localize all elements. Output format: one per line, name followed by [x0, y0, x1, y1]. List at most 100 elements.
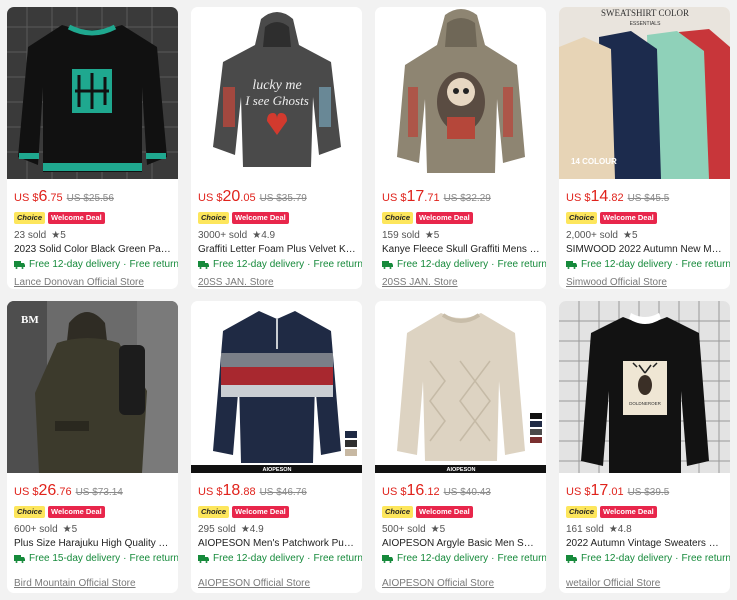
- product-title[interactable]: SIMWOOD 2022 Autumn New Men...: [566, 243, 724, 257]
- colored-sweatshirts-image[interactable]: SWEATSHIRT COLOR ESSENTIALS 14 COLOUR: [559, 7, 730, 179]
- return-text: Free return: [129, 259, 179, 270]
- delivery-text: Free 12-day delivery: [581, 259, 673, 270]
- choice-badge: Choice: [566, 212, 598, 224]
- price-integer: 26: [38, 482, 57, 499]
- price-integer: 18: [222, 482, 241, 499]
- return-text: Free return: [313, 553, 363, 564]
- store-link[interactable]: AIOPESON Official Store: [382, 577, 494, 591]
- sold-count: 2,000+ sold: [566, 230, 618, 241]
- sales-rating: 161 sold ★4.8: [566, 523, 632, 537]
- store-link[interactable]: AIOPESON Official Store: [198, 577, 310, 591]
- store-link[interactable]: Lance Donovan Official Store: [14, 276, 144, 289]
- price-decimal: .71: [424, 192, 440, 204]
- price-currency: US $: [198, 486, 223, 498]
- price-decimal: .01: [608, 486, 624, 498]
- rating: 4.8: [617, 524, 632, 535]
- product-title[interactable]: Kanye Fleece Skull Graffiti Mens S...: [382, 243, 540, 257]
- price-decimal: .05: [240, 192, 256, 204]
- store-link[interactable]: wetailor Official Store: [566, 577, 660, 591]
- choice-badge: Choice: [14, 212, 46, 224]
- product-grid: US $6.75 US $25.56 Choice Welcome Deal 23 …: [0, 0, 737, 600]
- product-card[interactable]: US $6.75 US $25.56 Choice Welcome Deal 23 …: [7, 7, 178, 289]
- product-card[interactable]: BM US $26.76 US $73.14 Choice Welcome Deal…: [7, 301, 178, 593]
- badges: Choice Welcome Deal: [566, 212, 657, 224]
- store-link[interactable]: 20SS JAN. Store: [382, 276, 458, 289]
- original-price: US $46.76: [259, 487, 307, 498]
- product-title[interactable]: 2023 Solid Color Black Green Patc...: [14, 243, 172, 257]
- product-card[interactable]: US $17.71 US $32.29 Choice Welcome Deal 15…: [375, 7, 546, 289]
- original-price: US $35.79: [259, 193, 307, 204]
- product-card[interactable]: DOLDNEROER US $17.01 US $39.5 Choice Welco…: [559, 301, 730, 593]
- khaki-skull-hoodie-image[interactable]: [375, 7, 546, 179]
- badges: Choice Welcome Deal: [382, 506, 473, 518]
- striped-zip-pullover-image[interactable]: AIOPESON: [191, 301, 362, 473]
- product-card[interactable]: AIOPESON US $18.88 US $46.76 Choice Welcom…: [191, 301, 362, 593]
- price-currency: US $: [566, 192, 591, 204]
- badges: Choice Welcome Deal: [14, 212, 105, 224]
- rating: 4.9: [261, 230, 276, 241]
- rating: 5: [439, 524, 446, 535]
- badges: Choice Welcome Deal: [14, 506, 105, 518]
- rating: 5: [71, 524, 78, 535]
- sales-rating: 23 sold ★5: [14, 229, 66, 243]
- delivery-text: Free 12-day delivery: [213, 259, 305, 270]
- image-heading: SWEATSHIRT COLOR: [601, 8, 689, 18]
- badges: Choice Welcome Deal: [198, 212, 289, 224]
- delivery-info: Free 12-day delivery · Free return: [14, 258, 178, 272]
- product-card[interactable]: AIOPESON US $16.12 US $40.43 Choice Welcom…: [375, 301, 546, 593]
- welcome-deal-badge: Welcome Deal: [48, 212, 105, 224]
- star-icon: ★: [51, 230, 61, 241]
- price-decimal: .12: [424, 486, 440, 498]
- product-title[interactable]: Graffiti Letter Foam Plus Velvet Ka...: [198, 243, 356, 257]
- sales-rating: 600+ sold ★5: [14, 523, 77, 537]
- product-title[interactable]: Plus Size Harajuku High Quality Th...: [14, 537, 172, 551]
- delivery-info: Free 12-day delivery · Free return: [198, 552, 362, 566]
- sales-rating: 159 sold ★5: [382, 229, 439, 243]
- price: US $6.75 US $25.56: [14, 187, 114, 207]
- store-link[interactable]: Simwood Official Store: [566, 276, 667, 289]
- welcome-deal-badge: Welcome Deal: [600, 506, 657, 518]
- star-icon: ★: [240, 524, 250, 535]
- choice-badge: Choice: [198, 506, 230, 518]
- delivery-info: Free 12-day delivery · Free return: [566, 258, 730, 272]
- badges: Choice Welcome Deal: [382, 212, 473, 224]
- truck-icon: [566, 261, 577, 269]
- rating: 4.9: [249, 524, 264, 535]
- product-title[interactable]: 2022 Autumn Vintage Sweaters Ov...: [566, 537, 724, 551]
- price-integer: 16: [406, 482, 425, 499]
- beige-cable-sweater-image[interactable]: AIOPESON: [375, 301, 546, 473]
- image-patch-text: DOLDNEROER: [629, 401, 662, 406]
- delivery-text: Free 12-day delivery: [397, 259, 489, 270]
- image-colour-count: 14 COLOUR: [571, 157, 617, 166]
- sold-count: 3000+ sold: [198, 230, 248, 241]
- product-title[interactable]: AIOPESON Argyle Basic Men Sweat...: [382, 537, 540, 551]
- store-link[interactable]: Bird Mountain Official Store: [14, 577, 136, 591]
- product-card[interactable]: SWEATSHIRT COLOR ESSENTIALS 14 COLOUR US…: [559, 7, 730, 289]
- grey-hoodie-image[interactable]: lucky me I see Ghosts: [191, 7, 362, 179]
- delivery-text: Free 15-day delivery: [29, 553, 121, 564]
- original-price: US $25.56: [66, 193, 114, 204]
- sold-count: 161 sold: [566, 524, 604, 535]
- store-link[interactable]: 20SS JAN. Store: [198, 276, 274, 289]
- price: US $17.71 US $32.29: [382, 187, 491, 207]
- star-icon: ★: [608, 524, 618, 535]
- sold-count: 295 sold: [198, 524, 236, 535]
- badges: Choice Welcome Deal: [566, 506, 657, 518]
- price-currency: US $: [14, 192, 39, 204]
- black-green-sweater-image[interactable]: [7, 7, 178, 179]
- olive-hoodie-model-image[interactable]: BM: [7, 301, 178, 473]
- price-currency: US $: [198, 192, 223, 204]
- star-icon: ★: [62, 524, 72, 535]
- badges: Choice Welcome Deal: [198, 506, 289, 518]
- product-card[interactable]: lucky me I see Ghosts US $20.05 US $35.79…: [191, 7, 362, 289]
- price-decimal: .76: [56, 486, 72, 498]
- truck-icon: [382, 555, 393, 563]
- sold-count: 500+ sold: [382, 524, 426, 535]
- return-text: Free return: [497, 553, 547, 564]
- deer-sweater-image[interactable]: DOLDNEROER: [559, 301, 730, 473]
- original-price: US $40.43: [443, 487, 491, 498]
- choice-badge: Choice: [14, 506, 46, 518]
- product-title[interactable]: AIOPESON Men's Patchwork Pullo...: [198, 537, 356, 551]
- price-decimal: .75: [47, 192, 63, 204]
- truck-icon: [14, 261, 25, 269]
